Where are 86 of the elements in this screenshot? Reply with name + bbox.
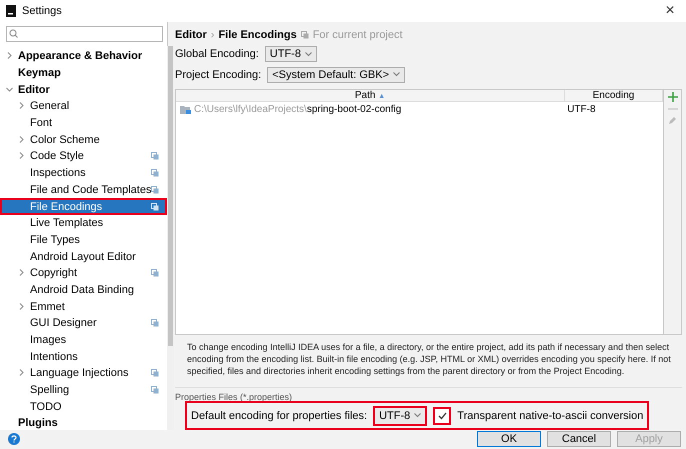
tree-label: Android Layout Editor <box>30 250 137 263</box>
checkbox[interactable] <box>433 406 452 424</box>
tree-label: Images <box>30 334 68 346</box>
window-title: Settings <box>22 5 63 17</box>
tree-item[interactable]: Code Style <box>0 148 168 165</box>
tree-item[interactable]: Images <box>0 332 168 348</box>
tree-label: Live Templates <box>30 217 104 230</box>
tree-item[interactable]: Editor <box>0 81 168 98</box>
chevron-down-icon[interactable] <box>6 86 13 93</box>
app-icon <box>6 5 16 17</box>
tree-label: File Types <box>30 234 81 246</box>
dialog-button[interactable]: OK <box>477 430 541 446</box>
tree-label: File Encodings <box>30 200 104 213</box>
table-cell: UTF-8 <box>567 104 596 115</box>
chevron-right-icon[interactable] <box>18 136 25 143</box>
chevron-right-icon[interactable] <box>18 369 25 376</box>
search-field[interactable] <box>6 26 163 42</box>
tree-item[interactable]: Inspections <box>0 164 168 182</box>
table-cell: C:\Users\lfy\IdeaProjects\spring-boot-02-config <box>194 104 402 115</box>
tree-item[interactable]: Emmet <box>0 298 168 315</box>
tree-label: Language Injections <box>30 367 130 380</box>
breadcrumb-separator: › <box>210 28 214 41</box>
encoding-dropdown[interactable]: UTF-8 <box>264 46 317 62</box>
tree-item[interactable]: Color Scheme <box>0 131 168 148</box>
tree-label: Code Style <box>30 150 85 162</box>
tree-item[interactable]: Plugins <box>0 415 168 432</box>
caret-icon <box>393 72 400 78</box>
tree-label: Inspections <box>30 167 87 180</box>
tree-label: GUI Designer <box>30 317 98 330</box>
checkbox-label: Transparent native-to-ascii conversion <box>457 410 644 422</box>
caret-icon <box>414 413 422 418</box>
folder-icon <box>180 104 191 114</box>
tree-item[interactable]: TODO <box>0 398 168 416</box>
tree-label: Intentions <box>30 350 79 363</box>
tree-label: Appearance & Behavior <box>18 50 144 62</box>
close-button[interactable]: × <box>660 2 680 20</box>
tree-label: Android Data Binding <box>30 284 135 296</box>
field-label: Default encoding for properties files: <box>191 410 368 422</box>
encoding-dropdown[interactable]: UTF-8 <box>373 406 428 426</box>
tree-item[interactable]: Keymap <box>0 64 168 82</box>
tree-item[interactable]: Spelling <box>0 382 168 398</box>
caret-icon <box>304 52 312 57</box>
tree-label: TODO <box>30 400 63 413</box>
tree-label: Spelling <box>30 384 70 396</box>
section-title: Properties Files (*.properties) <box>175 392 294 401</box>
help-icon[interactable] <box>8 432 20 444</box>
tree-label: General <box>30 100 70 112</box>
tree-item[interactable]: File and Code Templates <box>0 182 168 198</box>
chevron-right-icon[interactable] <box>18 269 25 276</box>
description-text: To change encoding IntelliJ IDEA uses for a file, a directory, or the entire project, add its path if necessary and then select encoding from the encoding list. Built-in file encoding (e.g. JSP, HTML or XML) overrides encoding you specify here. If not specified, files and directories inherit encoding settings from the parent directory or from the Project Encoding. <box>187 341 672 377</box>
tree-label: Copyright <box>30 267 78 280</box>
field-label: Global Encoding: <box>175 48 259 60</box>
add-icon[interactable] <box>668 92 678 102</box>
tree-item[interactable]: Android Layout Editor <box>0 248 168 265</box>
copy-icon <box>300 30 309 39</box>
tree-label: Font <box>30 117 54 130</box>
tree-item[interactable]: Appearance & Behavior <box>0 48 168 65</box>
tree-item[interactable]: Intentions <box>0 348 168 366</box>
chevron-right-icon[interactable] <box>18 302 25 310</box>
tree-item[interactable]: Live Templates <box>0 214 168 232</box>
tree-label: Color Scheme <box>30 134 101 146</box>
tree-item[interactable]: Language Injections <box>0 365 168 382</box>
column-header[interactable]: Encoding <box>565 90 663 102</box>
tree-label: File and Code Templates <box>30 184 152 196</box>
encoding-dropdown[interactable]: <System Default: GBK> <box>267 66 405 83</box>
tree-label: Editor <box>18 84 51 96</box>
field-label: Project Encoding: <box>175 68 262 81</box>
check-icon <box>438 412 447 420</box>
chevron-right-icon[interactable] <box>6 52 13 60</box>
tree-label: Plugins <box>18 417 59 430</box>
tree-label: Keymap <box>18 67 62 80</box>
tree-label: Emmet <box>30 300 66 313</box>
breadcrumb-current: File Encodings <box>218 28 297 41</box>
breadcrumb-parent: Editor <box>175 28 207 41</box>
chevron-right-icon[interactable] <box>18 152 25 160</box>
tree-item[interactable]: GUI Designer <box>0 315 168 332</box>
tree-item[interactable]: Copyright <box>0 264 168 282</box>
tree-item[interactable]: File Types <box>0 232 168 248</box>
tree-item[interactable]: File Encodings <box>0 198 168 215</box>
tree-item[interactable]: Android Data Binding <box>0 282 168 298</box>
tree-item[interactable]: General <box>0 98 168 115</box>
chevron-right-icon[interactable] <box>18 102 25 110</box>
tree-item[interactable]: Font <box>0 114 168 132</box>
scope-label: For current project <box>312 28 403 41</box>
scrollbar-thumb[interactable] <box>168 46 174 346</box>
dialog-button[interactable]: Cancel <box>547 430 611 446</box>
